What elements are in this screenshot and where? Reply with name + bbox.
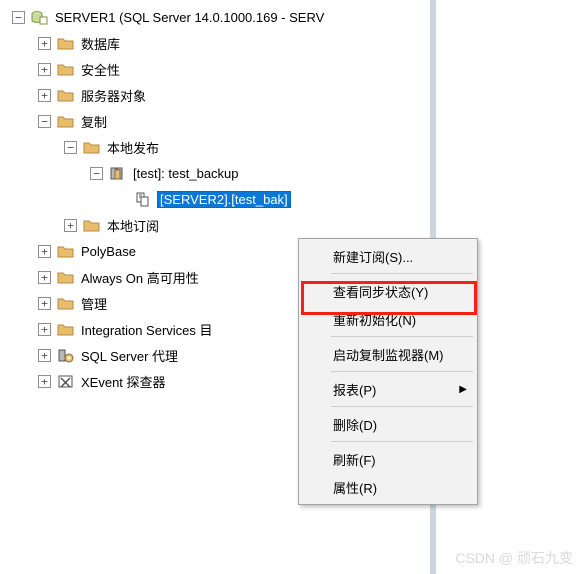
publication-item-node[interactable]: [test]: test_backup <box>0 160 430 186</box>
expand-icon[interactable] <box>38 37 51 50</box>
server-icon <box>31 10 48 25</box>
menu-reinitialize[interactable]: 重新初始化(N) <box>301 305 475 333</box>
folder-icon <box>83 140 100 155</box>
collapse-icon[interactable] <box>12 11 25 24</box>
menu-label: 重新初始化(N) <box>333 310 416 329</box>
subscription-label: [SERVER2].[test_bak] <box>157 191 291 208</box>
folder-icon <box>57 296 74 311</box>
menu-label: 属性(R) <box>333 478 377 497</box>
subscription-node[interactable]: [SERVER2].[test_bak] <box>0 186 430 212</box>
databases-node[interactable]: 数据库 <box>0 30 430 56</box>
server-node[interactable]: SERVER1 (SQL Server 14.0.1000.169 - SERV <box>0 4 430 30</box>
server-objects-label: 服务器对象 <box>79 85 148 106</box>
security-node[interactable]: 安全性 <box>0 56 430 82</box>
expand-icon[interactable] <box>38 245 51 258</box>
watermark: CSDN @ 顽石九变 <box>455 548 573 568</box>
replication-label: 复制 <box>79 111 109 132</box>
menu-label: 删除(D) <box>333 415 377 434</box>
folder-icon <box>57 114 74 129</box>
menu-label: 查看同步状态(Y) <box>333 282 428 301</box>
local-subscription-label: 本地订阅 <box>105 215 161 236</box>
collapse-icon[interactable] <box>90 167 103 180</box>
submenu-arrow-icon: ▶ <box>459 384 467 395</box>
local-publication-node[interactable]: 本地发布 <box>0 134 430 160</box>
xevent-icon <box>57 374 74 389</box>
menu-label: 启动复制监视器(M) <box>333 345 444 364</box>
databases-label: 数据库 <box>79 33 122 54</box>
local-subscription-node[interactable]: 本地订阅 <box>0 212 430 238</box>
no-expander <box>116 193 129 206</box>
publication-icon <box>109 166 126 181</box>
replication-node[interactable]: 复制 <box>0 108 430 134</box>
expand-icon[interactable] <box>38 89 51 102</box>
expand-icon[interactable] <box>64 219 77 232</box>
menu-new-subscription[interactable]: 新建订阅(S)... <box>301 242 475 270</box>
folder-icon <box>57 36 74 51</box>
security-label: 安全性 <box>79 59 122 80</box>
subscription-icon <box>135 192 152 207</box>
expand-icon[interactable] <box>38 271 51 284</box>
menu-refresh[interactable]: 刷新(F) <box>301 445 475 473</box>
menu-separator <box>331 406 473 407</box>
menu-label: 报表(P) <box>333 380 376 399</box>
expand-icon[interactable] <box>38 297 51 310</box>
expand-icon[interactable] <box>38 375 51 388</box>
menu-separator <box>331 336 473 337</box>
folder-icon <box>57 244 74 259</box>
context-menu: 新建订阅(S)... 查看同步状态(Y) 重新初始化(N) 启动复制监视器(M)… <box>298 238 478 505</box>
folder-icon <box>57 88 74 103</box>
expand-icon[interactable] <box>38 63 51 76</box>
menu-delete[interactable]: 删除(D) <box>301 410 475 438</box>
folder-icon <box>83 218 100 233</box>
menu-separator <box>331 441 473 442</box>
agent-label: SQL Server 代理 <box>79 345 180 366</box>
expand-icon[interactable] <box>38 323 51 336</box>
alwayson-label: Always On 高可用性 <box>79 267 201 288</box>
xevent-label: XEvent 探查器 <box>79 371 168 392</box>
collapse-icon[interactable] <box>64 141 77 154</box>
menu-label: 新建订阅(S)... <box>333 247 413 266</box>
server-label: SERVER1 (SQL Server 14.0.1000.169 - SERV <box>53 9 326 26</box>
expand-icon[interactable] <box>38 349 51 362</box>
integration-label: Integration Services 目 <box>79 319 215 340</box>
polybase-label: PolyBase <box>79 243 138 260</box>
local-publication-label: 本地发布 <box>105 137 161 158</box>
folder-icon <box>57 322 74 337</box>
menu-separator <box>331 273 473 274</box>
collapse-icon[interactable] <box>38 115 51 128</box>
menu-properties[interactable]: 属性(R) <box>301 473 475 501</box>
menu-label: 刷新(F) <box>333 450 376 469</box>
folder-icon <box>57 270 74 285</box>
publication-item-label: [test]: test_backup <box>131 165 241 182</box>
menu-launch-monitor[interactable]: 启动复制监视器(M) <box>301 340 475 368</box>
folder-icon <box>57 62 74 77</box>
management-label: 管理 <box>79 293 109 314</box>
menu-reports[interactable]: 报表(P) ▶ <box>301 375 475 403</box>
menu-separator <box>331 371 473 372</box>
server-objects-node[interactable]: 服务器对象 <box>0 82 430 108</box>
menu-view-sync-status[interactable]: 查看同步状态(Y) <box>301 277 475 305</box>
agent-icon <box>57 348 74 363</box>
